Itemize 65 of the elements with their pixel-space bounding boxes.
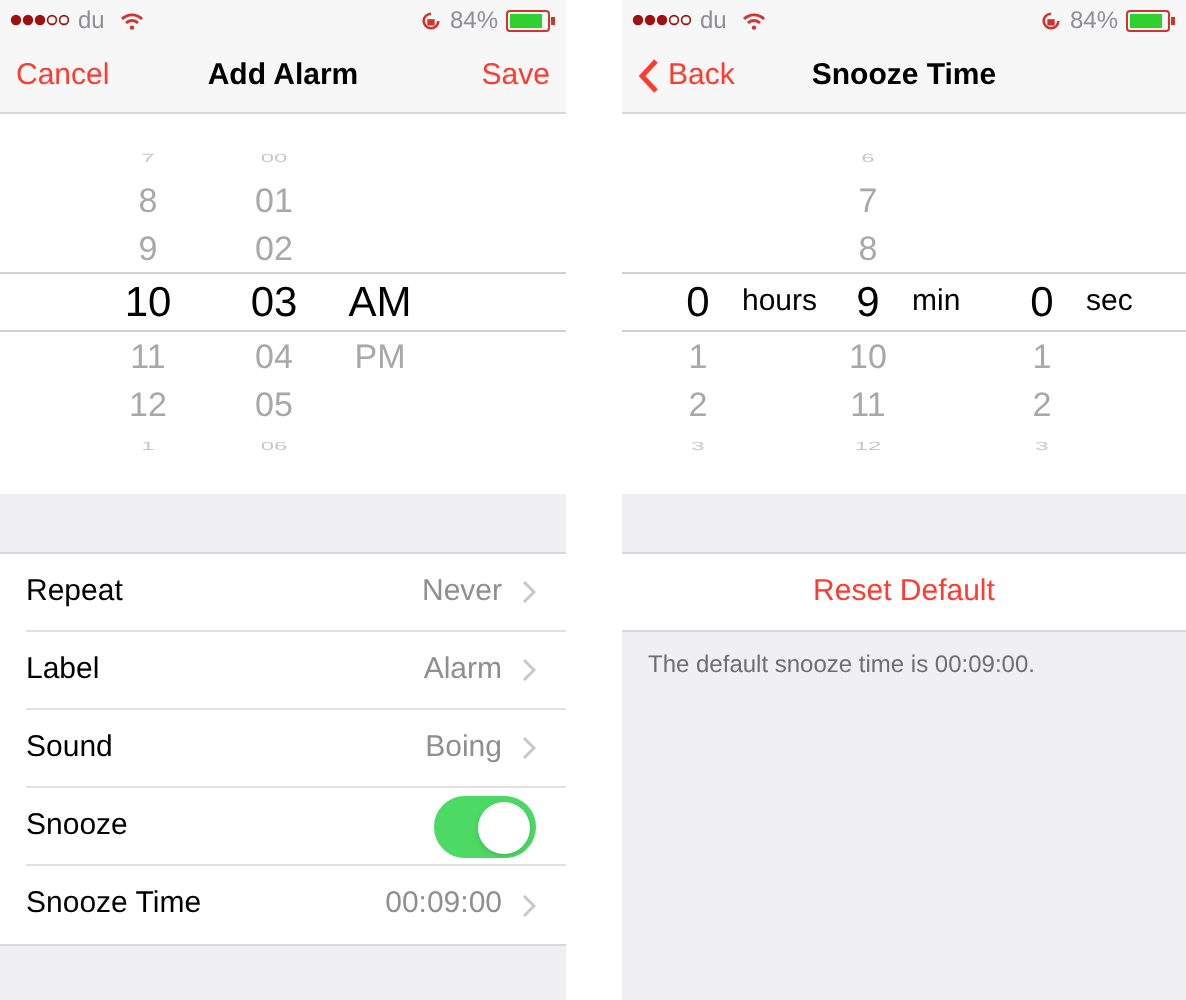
picker-value[interactable]: 8: [138, 183, 158, 217]
carrier-name: du: [700, 4, 727, 38]
picker-value[interactable]: 05: [255, 387, 293, 421]
setting-label: Repeat: [26, 571, 123, 612]
settings-row[interactable]: Snooze Time 00:09:00: [26, 866, 566, 944]
picker-unit: sec: [1086, 281, 1133, 322]
picker-value[interactable]: 7: [858, 183, 878, 217]
picker-value[interactable]: 01: [255, 183, 293, 217]
nav-title: Add Alarm: [207, 55, 359, 96]
picker-value[interactable]: 1: [1032, 339, 1052, 373]
picker-value[interactable]: 9: [856, 281, 880, 323]
rotation-lock-icon: [419, 9, 442, 31]
nav-title: Snooze Time: [811, 55, 997, 96]
setting-label: Snooze Time: [26, 884, 202, 925]
signal-icon: [10, 14, 70, 26]
setting-value: Boing: [425, 727, 502, 768]
wifi-icon: [742, 11, 767, 29]
footer-note: The default snooze time is 00:09:00.: [646, 648, 1037, 682]
picker-value[interactable]: 0: [1030, 281, 1054, 323]
picker-unit: min: [912, 281, 961, 322]
picker-value[interactable]: 03: [250, 281, 298, 323]
save-button[interactable]: Save: [481, 53, 550, 99]
chevron-left-icon: [638, 58, 660, 94]
back-button[interactable]: Back: [638, 53, 735, 99]
setting-value: Never: [421, 571, 502, 612]
setting-value: 00:09:00: [385, 884, 502, 925]
picker-value[interactable]: 2: [688, 387, 708, 421]
picker-value[interactable]: PM: [354, 339, 406, 373]
battery-percentage: 84%: [449, 4, 498, 38]
picker-value[interactable]: 10: [124, 281, 172, 323]
chevron-right-icon: [522, 658, 536, 682]
chevron-right-icon: [522, 580, 536, 604]
picker-value[interactable]: 9: [138, 231, 158, 265]
picker-value[interactable]: 2: [1032, 387, 1052, 421]
picker-value[interactable]: 1: [688, 339, 708, 373]
picker-value[interactable]: 11: [850, 387, 886, 421]
picker-value[interactable]: 8: [858, 231, 878, 265]
picker-value[interactable]: 10: [849, 339, 887, 373]
setting-label: Label: [26, 649, 100, 690]
picker-value[interactable]: 04: [255, 339, 293, 373]
carrier-name: du: [78, 4, 105, 38]
picker-unit: hours: [742, 281, 818, 322]
chevron-right-icon: [522, 893, 536, 917]
picker-value[interactable]: 11: [130, 339, 166, 373]
chevron-right-icon: [522, 736, 536, 760]
reset-default-button[interactable]: Reset Default: [622, 554, 1186, 632]
battery-icon: [1126, 9, 1176, 31]
picker-value[interactable]: 0: [686, 281, 710, 323]
settings-row[interactable]: Sound Boing: [26, 710, 566, 788]
battery-percentage: 84%: [1069, 4, 1118, 38]
battery-icon: [506, 9, 556, 31]
setting-value: Alarm: [423, 649, 502, 690]
wifi-icon: [120, 11, 145, 29]
rotation-lock-icon: [1039, 9, 1062, 31]
toggle-switch[interactable]: [434, 795, 536, 857]
picker-value[interactable]: 02: [255, 231, 293, 265]
settings-row[interactable]: Label Alarm: [26, 632, 566, 710]
picker-value[interactable]: 12: [129, 387, 167, 421]
setting-label: Snooze: [26, 805, 128, 846]
settings-row[interactable]: Snooze: [26, 788, 566, 866]
picker-value[interactable]: AM: [348, 281, 412, 323]
settings-row[interactable]: Repeat Never: [26, 554, 566, 632]
signal-icon: [632, 14, 692, 26]
cancel-button[interactable]: Cancel: [16, 53, 110, 99]
setting-label: Sound: [26, 727, 113, 768]
